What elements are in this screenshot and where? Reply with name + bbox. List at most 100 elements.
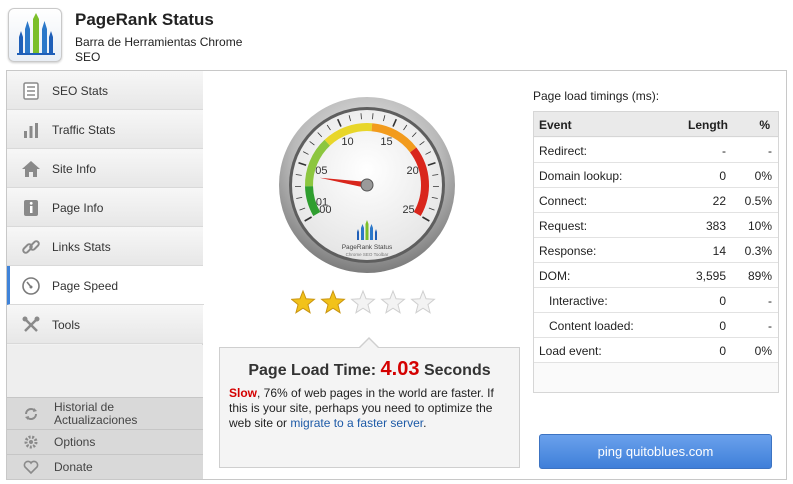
- timing-event: Content loaded:: [549, 319, 634, 333]
- timing-length: 22: [712, 194, 726, 208]
- timing-length: 383: [705, 219, 726, 233]
- timing-percent: -: [768, 294, 772, 308]
- gauge-tick-label: 15: [380, 136, 392, 148]
- timings-table-row: Load event: 0 0%: [534, 338, 778, 363]
- sidebar-item-seo-stats[interactable]: SEO Stats: [7, 71, 203, 110]
- sidebar-footer-label: Options: [54, 435, 96, 449]
- ping-button[interactable]: ping quitoblues.com: [539, 434, 772, 469]
- star-filled-icon: [320, 289, 346, 314]
- speedometer-icon: [22, 277, 40, 295]
- star-empty-icon: [410, 289, 436, 314]
- sidebar-footer-options[interactable]: Options: [7, 429, 203, 454]
- timings-table: Event Length % Redirect: - - Domain lookup:…: [533, 111, 779, 393]
- sidebar-item-label: Page Speed: [52, 279, 119, 293]
- sidebar-footer-label: Donate: [54, 460, 93, 474]
- tools-icon: [22, 316, 40, 332]
- timing-length: -: [722, 144, 726, 158]
- link-icon: [22, 240, 40, 254]
- sidebar-item-label: Traffic Stats: [52, 123, 116, 137]
- timings-table-row: Interactive: 0 -: [534, 288, 778, 313]
- timings-table-row: DOM: 3,595 89%: [534, 263, 778, 288]
- sidebar-item-traffic-stats[interactable]: Traffic Stats: [7, 110, 203, 149]
- app-subtitle-line1: Barra de Herramientas Chrome: [75, 35, 243, 49]
- star-filled-icon: [290, 289, 316, 314]
- timings-table-header: Event Length %: [534, 112, 778, 137]
- star-empty-icon: [380, 289, 406, 314]
- timings-table-row: Redirect: - -: [534, 138, 778, 163]
- gauge-tick-label: 20: [407, 165, 419, 177]
- timing-percent: -: [768, 144, 772, 158]
- info-icon: [24, 200, 38, 216]
- migrate-server-link[interactable]: migrate to a faster server: [290, 416, 423, 430]
- timing-percent: 0.5%: [744, 194, 772, 208]
- sidebar-item-page-speed[interactable]: Page Speed: [7, 266, 204, 305]
- sidebar-item-links-stats[interactable]: Links Stats: [7, 227, 203, 266]
- bar-chart-icon: [24, 123, 38, 138]
- sidebar-empty-space: [7, 345, 203, 397]
- sidebar-item-label: Page Info: [52, 201, 104, 215]
- heart-icon: [23, 460, 39, 475]
- timing-event: Domain lookup:: [539, 169, 623, 183]
- gear-icon: [24, 435, 38, 449]
- timing-event: Request:: [539, 219, 588, 233]
- timings-table-row: Connect: 22 0.5%: [534, 188, 778, 213]
- timings-title: Page load timings (ms):: [533, 89, 660, 103]
- sidebar-item-tools[interactable]: Tools: [7, 305, 203, 344]
- page-load-time-value: 4.03: [380, 358, 420, 380]
- sidebar-item-label: Site Info: [52, 162, 97, 176]
- timing-event: Response:: [539, 244, 597, 258]
- timing-percent: 89%: [747, 269, 772, 283]
- timings-table-row: Content loaded: 0 -: [534, 313, 778, 338]
- timing-percent: 0%: [754, 344, 772, 358]
- timing-event: Load event:: [539, 344, 602, 358]
- timing-percent: 10%: [747, 219, 772, 233]
- app-subtitle: Barra de Herramientas Chrome SEO: [75, 35, 242, 65]
- refresh-icon: [25, 408, 37, 420]
- timing-percent: 0.3%: [744, 244, 772, 258]
- timing-event: DOM:: [539, 269, 571, 283]
- timing-length: 0: [719, 344, 726, 358]
- sidebar: SEO Stats Traffic Stats Site Info Page I…: [7, 71, 204, 479]
- sidebar-item-label: SEO Stats: [52, 84, 109, 98]
- timing-length: 0: [719, 169, 726, 183]
- timings-table-row: Domain lookup: 0 0%: [534, 163, 778, 188]
- gauge-tick-label: 25: [402, 204, 414, 216]
- column-header-length: Length: [688, 118, 728, 132]
- speed-rating: [290, 289, 441, 317]
- app-subtitle-line2: SEO: [75, 50, 101, 64]
- timing-percent: 0%: [754, 169, 772, 183]
- timing-percent: -: [768, 319, 772, 333]
- sidebar-footer-donate[interactable]: Donate: [7, 454, 203, 479]
- gauge-tick: [360, 113, 362, 120]
- timing-event: Interactive:: [549, 294, 608, 308]
- gauge-tick-label: 05: [315, 165, 327, 177]
- content-frame: SEO Stats Traffic Stats Site Info Page I…: [6, 70, 787, 480]
- page-load-time-unit: Seconds: [423, 362, 491, 379]
- list-icon: [23, 82, 39, 100]
- page-load-time-label: Page Load Time:: [248, 362, 377, 379]
- speed-gauge: 00 01 05 10 15 20 25 PageRank Status Chrome SE…: [277, 95, 457, 275]
- timing-length: 3,595: [695, 269, 726, 283]
- sidebar-footer-update-history[interactable]: Historial de Actualizaciones: [7, 397, 203, 429]
- timing-length: 0: [719, 319, 726, 333]
- app-header: PageRank Status Barra de Herramientas Ch…: [0, 0, 793, 70]
- gauge-tick-label: 10: [341, 136, 353, 148]
- timing-event: Connect:: [539, 194, 588, 208]
- sidebar-item-site-info[interactable]: Site Info: [7, 149, 203, 188]
- description-end: .: [423, 416, 427, 430]
- star-empty-icon: [350, 289, 376, 314]
- house-icon: [22, 161, 40, 177]
- column-header-percent: %: [759, 118, 770, 132]
- sidebar-item-label: Links Stats: [52, 240, 111, 254]
- sidebar-item-page-info[interactable]: Page Info: [7, 188, 203, 227]
- page-load-time-description: Slow, 76% of web pages in the world are …: [229, 386, 513, 431]
- gauge-brand-label: PageRank Status: [342, 244, 393, 251]
- timings-table-row: Response: 14 0.3%: [534, 238, 778, 263]
- gauge-tick-label: 01: [316, 197, 328, 209]
- column-header-event: Event: [539, 118, 572, 132]
- timings-table-row: Request: 383 10%: [534, 213, 778, 238]
- gauge-brand-sublabel: Chrome SEO Toolbar: [346, 252, 389, 257]
- sidebar-footer-label: Historial de Actualizaciones: [54, 400, 138, 427]
- slow-label: Slow: [229, 386, 258, 400]
- timing-length: 0: [719, 294, 726, 308]
